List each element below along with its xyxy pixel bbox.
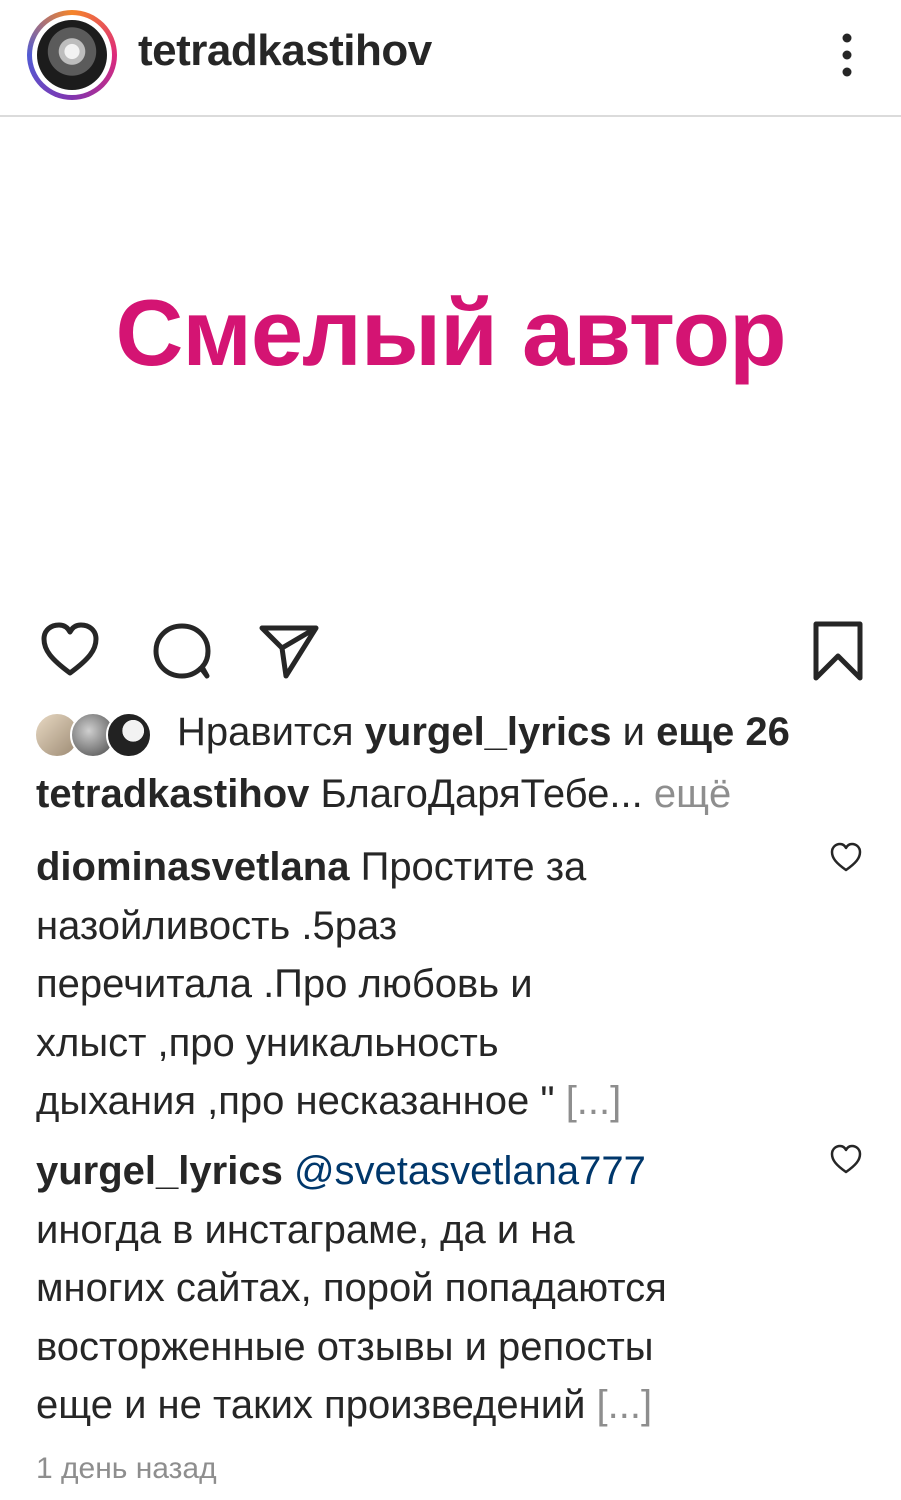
action-bar: [0, 600, 901, 690]
comment-text: хлыст ,про уникальность: [36, 1020, 499, 1065]
comment-truncation[interactable]: [...]: [566, 1079, 622, 1123]
comment-text: дыхания ,про несказанное ": [36, 1079, 555, 1123]
comment: diominasvetlana Простите за назойливость…: [36, 838, 796, 1131]
comment-text: Простите за: [360, 845, 587, 889]
post-username[interactable]: tetradkastihov: [138, 26, 432, 76]
comment-like-icon[interactable]: [828, 840, 864, 874]
comment-line: дыхания ,про несказанное " [...]: [36, 1072, 796, 1131]
more-vertical-icon[interactable]: [832, 30, 862, 80]
post-timestamp: 1 день назад: [36, 1452, 217, 1485]
likes-user[interactable]: yurgel_lyrics: [365, 710, 612, 754]
likes-others[interactable]: еще 26: [656, 710, 790, 754]
liker-avatar: [106, 712, 152, 758]
caption-username[interactable]: tetradkastihov: [36, 772, 309, 816]
comment-text: иногда в инстаграме, да и на: [36, 1207, 575, 1252]
comment-icon[interactable]: [150, 618, 214, 682]
heart-icon[interactable]: [38, 618, 102, 682]
comment-like-icon[interactable]: [828, 1142, 864, 1176]
comment-truncation[interactable]: [...]: [597, 1383, 653, 1427]
comment-line: еще и не таких произведений [...]: [36, 1376, 796, 1435]
comment: yurgel_lyrics @svetasvetlana777 иногда в…: [36, 1142, 796, 1435]
comment-mention[interactable]: @svetasvetlana777: [294, 1149, 646, 1193]
comment-text: восторженные отзывы и репосты: [36, 1324, 654, 1369]
comment-username[interactable]: diominasvetlana: [36, 845, 349, 889]
comment-text: многих сайтах, порой попадаются: [36, 1266, 667, 1310]
post-image[interactable]: Смелый автор: [0, 117, 901, 595]
share-icon[interactable]: [256, 618, 320, 682]
profile-avatar[interactable]: [27, 10, 117, 100]
caption-more-link[interactable]: ещё: [654, 772, 731, 816]
comment-line: yurgel_lyrics @svetasvetlana777: [36, 1142, 796, 1201]
post-image-title: Смелый автор: [115, 280, 786, 385]
comment-line: diominasvetlana Простите за: [36, 838, 796, 897]
likes-connector: и: [622, 710, 645, 754]
avatar-border: [32, 15, 112, 95]
liker-avatars: [34, 712, 164, 758]
likes-prefix: Нравится: [177, 710, 354, 754]
comment-text: перечитала .Про любовь и: [36, 962, 533, 1006]
comment-username[interactable]: yurgel_lyrics: [36, 1149, 283, 1193]
likes-summary[interactable]: Нравится yurgel_lyrics и еще 26: [34, 708, 874, 760]
comment-text: еще и не таких произведений: [36, 1383, 586, 1427]
avatar-image: [37, 20, 107, 90]
post-header: tetradkastihov: [0, 0, 901, 117]
caption-text: БлагоДаряТебе...: [320, 772, 643, 816]
post-caption: tetradkastihov БлагоДаряТебе... ещё: [36, 772, 731, 817]
comment-text: назойливость .5раз: [36, 903, 398, 948]
bookmark-icon[interactable]: [806, 618, 870, 682]
likes-text: Нравится yurgel_lyrics и еще 26: [177, 710, 790, 755]
